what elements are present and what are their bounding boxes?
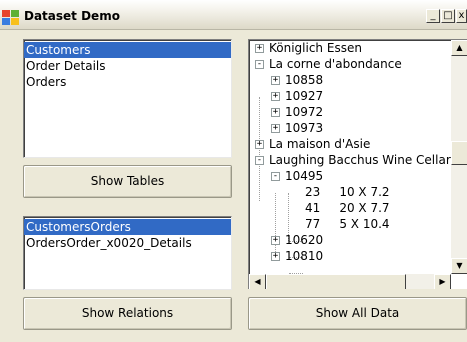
tree-leaf[interactable]: 77 5 X 10.4	[305, 216, 390, 232]
relations-listbox[interactable]: CustomersOrders OrdersOrder_x0020_Detail…	[23, 216, 232, 290]
expand-icon[interactable]: +	[255, 140, 264, 149]
collapse-icon[interactable]: -	[255, 60, 264, 69]
scroll-down-arrow-icon[interactable]: ▼	[451, 258, 467, 274]
collapse-icon[interactable]: -	[271, 172, 280, 181]
tree-line	[275, 193, 276, 258]
list-item[interactable]: CustomersOrders	[24, 219, 231, 235]
tree-node[interactable]: Königlich Essen	[269, 40, 362, 56]
show-relations-button[interactable]: Show Relations	[23, 297, 232, 330]
expand-icon[interactable]: +	[271, 236, 280, 245]
expand-icon[interactable]: +	[271, 124, 280, 133]
tree-node[interactable]: 10495	[285, 168, 323, 184]
show-all-data-button[interactable]: Show All Data	[248, 297, 467, 330]
scroll-up-arrow-icon[interactable]: ▲	[451, 40, 467, 56]
tree-content[interactable]: + Königlich Essen - La corne d'abondance…	[249, 40, 451, 274]
minimize-button[interactable]: _	[426, 9, 440, 23]
tree-node[interactable]: 10810	[285, 248, 323, 264]
expand-icon[interactable]: +	[255, 44, 264, 53]
tree-node[interactable]: 10858	[285, 72, 323, 88]
expand-icon[interactable]: +	[271, 252, 280, 261]
tree-leaf[interactable]: 23 10 X 7.2	[305, 184, 390, 200]
list-item[interactable]: Orders	[24, 74, 231, 90]
list-item[interactable]: OrdersOrder_x0020_Details	[24, 235, 231, 251]
tables-listbox[interactable]: Customers Order Details Orders	[23, 39, 232, 158]
list-item[interactable]: Order Details	[24, 58, 231, 74]
tree-leaf[interactable]: 41 20 X 7.7	[305, 200, 390, 216]
windows-logo-icon	[2, 10, 20, 26]
scroll-left-arrow-icon[interactable]: ◀	[249, 274, 266, 289]
tree-node[interactable]: 10927	[285, 88, 323, 104]
tree-node[interactable]: 10620	[285, 232, 323, 248]
tree-node[interactable]: 10973	[285, 120, 323, 136]
title-bar[interactable]: Dataset Demo _ □ x	[0, 0, 467, 30]
show-tables-button[interactable]: Show Tables	[23, 165, 232, 198]
expand-icon[interactable]: +	[271, 108, 280, 117]
window-title: Dataset Demo	[24, 9, 120, 23]
expand-icon[interactable]: +	[271, 76, 280, 85]
list-item[interactable]: Customers	[24, 42, 231, 58]
tree-line	[259, 97, 260, 201]
tree-node[interactable]: Laughing Bacchus Wine Cellars	[269, 152, 451, 168]
horizontal-scrollbar[interactable]: ◀ ▶	[249, 274, 451, 289]
scroll-right-arrow-icon[interactable]: ▶	[434, 274, 451, 289]
data-treeview[interactable]: + Königlich Essen - La corne d'abondance…	[248, 39, 467, 289]
horizontal-scroll-thumb[interactable]	[266, 274, 406, 289]
expand-icon[interactable]: +	[271, 92, 280, 101]
collapse-icon[interactable]: -	[255, 156, 264, 165]
close-button[interactable]: x	[456, 9, 467, 23]
maximize-button[interactable]: □	[441, 9, 455, 23]
tree-node[interactable]: La maison d'Asie	[269, 136, 370, 152]
vertical-scroll-thumb[interactable]	[451, 141, 467, 165]
tree-node[interactable]: 10972	[285, 104, 323, 120]
vertical-scrollbar[interactable]: ▲ ▼	[451, 40, 467, 274]
tree-node[interactable]: La corne d'abondance	[269, 56, 402, 72]
